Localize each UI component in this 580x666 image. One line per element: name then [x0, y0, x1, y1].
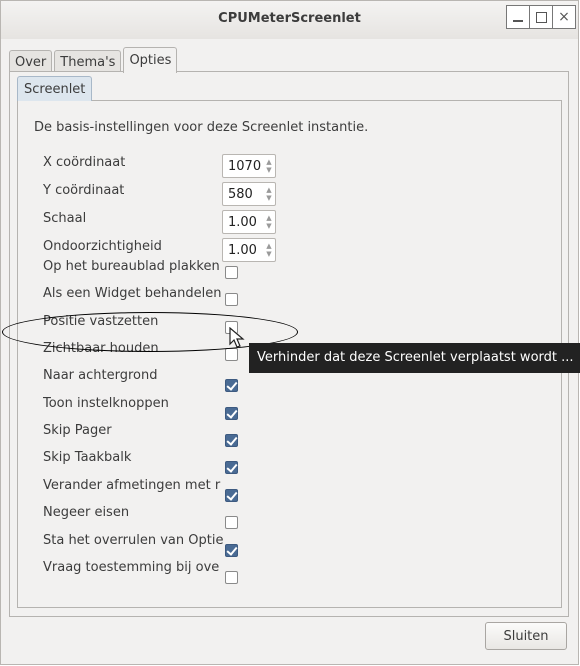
- spin-arrows-icon[interactable]: ▲ ▼: [263, 242, 275, 258]
- spin-arrows-icon[interactable]: ▲ ▼: [263, 214, 275, 230]
- setting-label: Skip Pager: [43, 423, 112, 438]
- setting-label: Op het bureaublad plakken: [43, 259, 220, 274]
- spin-value[interactable]: 580: [223, 187, 263, 202]
- setting-checkbox[interactable]: [225, 434, 238, 447]
- window-title: CPUMeterScreenlet: [218, 11, 361, 26]
- setting-checkbox[interactable]: [225, 293, 238, 306]
- setting-label: Als een Widget behandelen: [43, 286, 222, 301]
- tab-themas[interactable]: Thema's: [54, 50, 122, 73]
- tab-opties[interactable]: Opties: [123, 47, 178, 73]
- minimize-icon: [513, 20, 523, 22]
- spin-input[interactable]: 1.00 ▲ ▼: [222, 238, 276, 262]
- title-bar[interactable]: CPUMeterScreenlet ×: [1, 1, 578, 39]
- setting-label: Y coördinaat: [43, 183, 125, 198]
- spin-input[interactable]: 580 ▲ ▼: [222, 182, 276, 206]
- setting-checkbox[interactable]: [225, 571, 238, 584]
- spin-value[interactable]: 1070: [223, 159, 263, 174]
- close-icon: ×: [558, 9, 570, 25]
- spin-input[interactable]: 1070 ▲ ▼: [222, 154, 276, 178]
- tooltip: Verhinder dat deze Screenlet verplaatst …: [249, 343, 580, 373]
- setting-label: Skip Taakbalk: [43, 450, 132, 465]
- setting-label: Sta het overrulen van Optie: [43, 533, 223, 548]
- setting-label: Vraag toestemming bij ove: [43, 560, 220, 575]
- maximize-icon: [535, 11, 547, 23]
- maximize-button[interactable]: [529, 5, 553, 29]
- spin-input[interactable]: 1.00 ▲ ▼: [222, 210, 276, 234]
- window-controls: ×: [506, 5, 576, 29]
- setting-label: Naar achtergrond: [43, 368, 158, 383]
- setting-checkbox[interactable]: [225, 489, 238, 502]
- setting-label: X coördinaat: [43, 155, 126, 170]
- setting-label: Toon instelknoppen: [43, 396, 169, 411]
- setting-label: Verander afmetingen met r: [43, 478, 221, 493]
- minimize-button[interactable]: [506, 5, 530, 29]
- setting-checkbox[interactable]: [225, 379, 238, 392]
- mouse-pointer-icon: [229, 326, 245, 353]
- close-window-button[interactable]: ×: [552, 5, 576, 29]
- close-button[interactable]: Sluiten: [485, 622, 567, 650]
- spin-value[interactable]: 1.00: [223, 215, 263, 230]
- setting-label: Ondoorzichtigheid: [43, 239, 162, 254]
- settings-description: De basis-instellingen voor deze Screenle…: [34, 120, 369, 135]
- spin-value[interactable]: 1.00: [223, 243, 263, 258]
- tab-screenlet[interactable]: Screenlet: [17, 76, 93, 101]
- spin-arrows-icon[interactable]: ▲ ▼: [263, 186, 275, 202]
- tab-over[interactable]: Over: [9, 50, 53, 73]
- setting-checkbox[interactable]: [225, 266, 238, 279]
- setting-checkbox[interactable]: [225, 516, 238, 529]
- setting-checkbox[interactable]: [225, 407, 238, 420]
- setting-checkbox[interactable]: [225, 544, 238, 557]
- tab-bar: Over Thema's Opties: [9, 47, 179, 73]
- setting-label: Schaal: [43, 211, 87, 226]
- setting-label: Negeer eisen: [43, 505, 130, 520]
- setting-checkbox[interactable]: [225, 461, 238, 474]
- spin-arrows-icon[interactable]: ▲ ▼: [263, 158, 275, 174]
